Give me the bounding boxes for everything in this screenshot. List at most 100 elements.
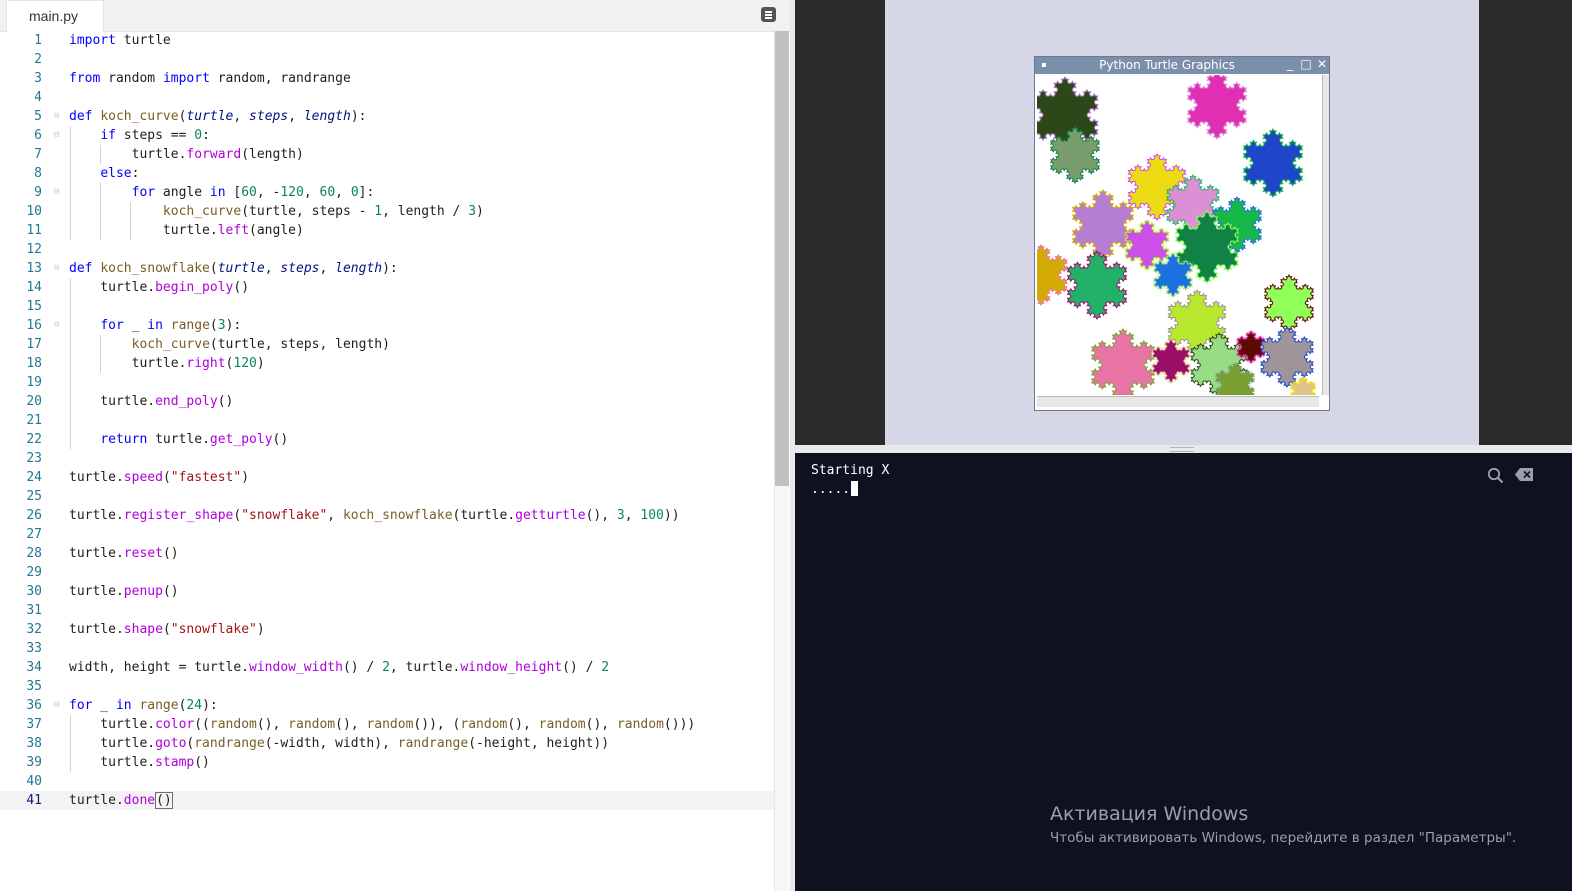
- fold-toggle-icon[interactable]: ⊟: [54, 112, 63, 121]
- editor-scrollbar[interactable]: [774, 31, 789, 891]
- code-line[interactable]: 5 def koch_curve(turtle, steps, length):: [0, 107, 774, 126]
- line-number: 8: [34, 166, 42, 181]
- code-line[interactable]: 10 koch_curve(turtle, steps - 1, length …: [0, 202, 774, 221]
- editor-scrollbar-thumb[interactable]: [775, 31, 789, 486]
- code-line[interactable]: 32 turtle.shape("snowflake"): [0, 620, 774, 639]
- turtle-window-titlebar[interactable]: ▪ Python Turtle Graphics _ □ ✕: [1035, 57, 1329, 74]
- divider-grip-icon[interactable]: [1170, 447, 1194, 452]
- code-line[interactable]: 7 turtle.forward(length): [0, 145, 774, 164]
- code-line[interactable]: 40: [0, 772, 774, 791]
- line-number: 20: [26, 394, 42, 409]
- code-line[interactable]: 3 from random import random, randrange: [0, 69, 774, 88]
- indent-guide: [70, 126, 71, 240]
- code-line[interactable]: 8 else:: [0, 164, 774, 183]
- code-line[interactable]: 2: [0, 50, 774, 69]
- code-line[interactable]: 23: [0, 449, 774, 468]
- code-line[interactable]: 35: [0, 677, 774, 696]
- line-number: 16: [26, 318, 42, 333]
- code-line[interactable]: 11 turtle.left(angle): [0, 221, 774, 240]
- code-line[interactable]: 27: [0, 525, 774, 544]
- code-line[interactable]: 6 if steps == 0:: [0, 126, 774, 145]
- code-line[interactable]: 29: [0, 563, 774, 582]
- minimize-icon[interactable]: _: [1284, 58, 1296, 71]
- line-number: 7: [34, 147, 42, 162]
- line-number: 4: [34, 90, 42, 105]
- indent-guide: [70, 715, 71, 772]
- search-icon[interactable]: [1487, 467, 1504, 484]
- indent-guide: [100, 335, 101, 373]
- fold-toggle-icon[interactable]: ⊟: [54, 131, 63, 140]
- code-line[interactable]: 36 for _ in range(24):: [0, 696, 774, 715]
- code-line[interactable]: 17 koch_curve(turtle, steps, length): [0, 335, 774, 354]
- turtle-window[interactable]: ▪ Python Turtle Graphics _ □ ✕: [1034, 56, 1330, 411]
- code-line[interactable]: 20 turtle.end_poly(): [0, 392, 774, 411]
- line-number: 39: [26, 755, 42, 770]
- code-line[interactable]: 25: [0, 487, 774, 506]
- code-text: turtle.goto(randrange(-width, width), ra…: [69, 736, 610, 751]
- code-line[interactable]: 18 turtle.right(120): [0, 354, 774, 373]
- code-text: for angle in [60, -120, 60, 0]:: [131, 185, 375, 200]
- turtle-horizontal-scrollbar[interactable]: [1037, 396, 1319, 407]
- code-text: turtle.color((random(), random(), random…: [69, 717, 696, 732]
- code-text: turtle.penup(): [69, 584, 179, 599]
- console-line-2: .....: [811, 481, 859, 497]
- indent-guide: [100, 145, 101, 164]
- code-line[interactable]: 13 def koch_snowflake(turtle, steps, leng…: [0, 259, 774, 278]
- turtle-vertical-scrollbar[interactable]: [1322, 75, 1329, 395]
- code-line[interactable]: 21: [0, 411, 774, 430]
- code-line[interactable]: 12: [0, 240, 774, 259]
- fold-toggle-icon[interactable]: ⊟: [54, 701, 63, 710]
- code-line[interactable]: 19: [0, 373, 774, 392]
- code-line[interactable]: 15: [0, 297, 774, 316]
- code-text: turtle.reset(): [69, 546, 179, 561]
- code-line[interactable]: 22 return turtle.get_poly(): [0, 430, 774, 449]
- code-line[interactable]: 1 import turtle: [0, 31, 774, 50]
- editor-menu-icon[interactable]: [761, 7, 776, 22]
- line-number: 26: [26, 508, 42, 523]
- code-line[interactable]: 30 turtle.penup(): [0, 582, 774, 601]
- line-number: 31: [26, 603, 42, 618]
- line-number: 12: [26, 242, 42, 257]
- snowflake-stamp: [1090, 328, 1156, 395]
- vnc-desktop: ▪ Python Turtle Graphics _ □ ✕: [885, 0, 1479, 445]
- code-editor[interactable]: main.py 1 import turtle 2 3 from random impo…: [0, 0, 790, 891]
- code-text: width, height = turtle.window_width() / …: [69, 660, 610, 675]
- clear-console-icon[interactable]: [1515, 468, 1534, 481]
- code-text: turtle.begin_poly(): [69, 280, 250, 295]
- code-line[interactable]: 24 turtle.speed("fastest"): [0, 468, 774, 487]
- line-number: 3: [34, 71, 42, 86]
- code-line[interactable]: 16 for _ in range(3):: [0, 316, 774, 335]
- tab-main-py[interactable]: main.py: [6, 0, 104, 32]
- maximize-icon[interactable]: □: [1300, 58, 1312, 71]
- code-line[interactable]: 9 for angle in [60, -120, 60, 0]:: [0, 183, 774, 202]
- tab-label: main.py: [29, 8, 79, 24]
- line-number: 5: [34, 109, 42, 124]
- line-number: 25: [26, 489, 42, 504]
- code-line[interactable]: 4: [0, 88, 774, 107]
- code-line[interactable]: 31: [0, 601, 774, 620]
- code-line[interactable]: 38 turtle.goto(randrange(-width, width),…: [0, 734, 774, 753]
- code-line[interactable]: 37 turtle.color((random(), random(), ran…: [0, 715, 774, 734]
- line-number: 18: [26, 356, 42, 371]
- snowflake-stamp: [1150, 338, 1192, 384]
- code-line[interactable]: 34 width, height = turtle.window_width() …: [0, 658, 774, 677]
- indent-guide: [70, 278, 71, 449]
- fold-toggle-icon[interactable]: ⊟: [54, 321, 63, 330]
- fold-toggle-icon[interactable]: ⊟: [54, 264, 63, 273]
- code-line[interactable]: 33: [0, 639, 774, 658]
- snowflake-stamp: [1260, 326, 1314, 388]
- code-text: else:: [100, 166, 140, 181]
- fold-toggle-icon[interactable]: ⊟: [54, 188, 63, 197]
- code-line[interactable]: 26 turtle.register_shape("snowflake", koc…: [0, 506, 774, 525]
- code-area[interactable]: 1 import turtle 2 3 from random import rando…: [0, 31, 774, 891]
- code-line[interactable]: 14 turtle.begin_poly(): [0, 278, 774, 297]
- line-number: 23: [26, 451, 42, 466]
- console[interactable]: Starting X .....: [795, 453, 1572, 891]
- close-icon[interactable]: ✕: [1316, 58, 1328, 71]
- indent-guide: [130, 202, 131, 240]
- code-line[interactable]: 39 turtle.stamp(): [0, 753, 774, 772]
- code-line[interactable]: 28 turtle.reset(): [0, 544, 774, 563]
- console-cursor: [851, 481, 859, 496]
- code-line[interactable]: 41 turtle.done(): [0, 791, 774, 810]
- code-text: turtle.done(): [69, 792, 173, 809]
